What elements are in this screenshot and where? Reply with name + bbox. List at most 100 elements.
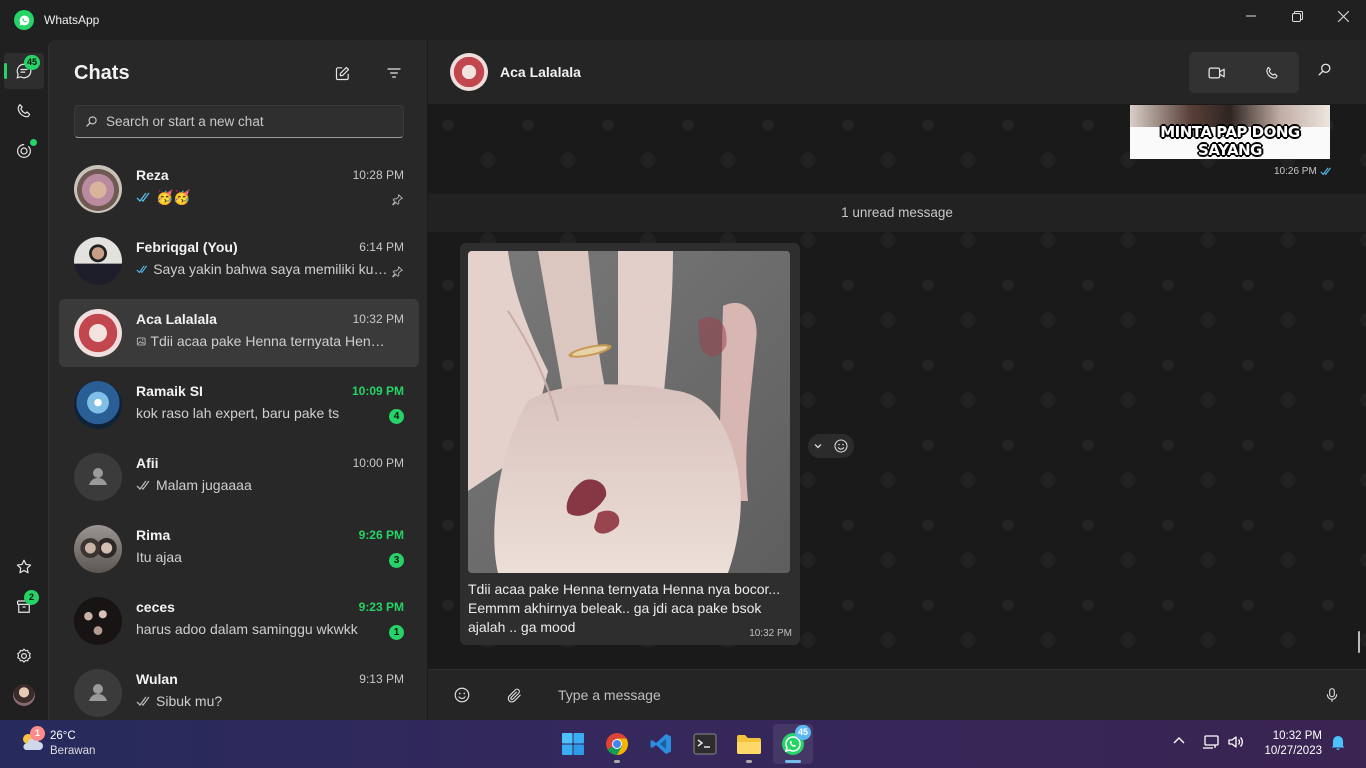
chat-time: 9:13 PM (359, 672, 404, 686)
sidebar-title: Chats (74, 62, 130, 84)
message-input[interactable] (558, 683, 1298, 707)
app-title: WhatsApp (44, 13, 100, 27)
chat-item-wulan[interactable]: Wulan 9:13 PM Sibuk mu? (59, 659, 419, 720)
chat-time: 10:09 PM (351, 384, 404, 398)
avatar (74, 525, 122, 573)
sticker-timestamp: 10:26 PM (1274, 166, 1333, 177)
rail-calls-button[interactable] (4, 93, 44, 129)
rail-settings-button[interactable] (4, 638, 44, 674)
chat-time: 9:23 PM (358, 600, 404, 614)
avatar (74, 237, 122, 285)
whatsapp-logo-icon (14, 10, 34, 30)
terminal-icon (693, 733, 717, 755)
taskbar-vscode[interactable] (641, 724, 681, 764)
chevron-up-icon (1173, 737, 1185, 744)
voice-call-button[interactable] (1244, 52, 1299, 93)
rail-starred-button[interactable] (4, 549, 44, 585)
taskbar: 1 26°C Berawan 45 10:32 PM 10/27/2023 (0, 720, 1366, 768)
rail-archived-button[interactable]: 2 (4, 589, 44, 625)
video-call-button[interactable] (1189, 52, 1244, 93)
message-photo[interactable] (468, 251, 790, 573)
message-actions[interactable] (808, 434, 854, 458)
chat-preview: harus adoo dalam saminggu wkwkk (136, 621, 391, 637)
rail-chats-button[interactable]: 45 (4, 53, 44, 89)
search-icon (86, 116, 97, 127)
new-chat-button[interactable] (331, 62, 353, 84)
chat-header[interactable]: Aca Lalalala (428, 40, 1366, 105)
contact-name[interactable]: Aca Lalalala (500, 64, 581, 80)
chat-item-aca-lalalala[interactable]: Aca Lalalala 10:32 PM Tdii acaa pake Hen… (59, 299, 419, 367)
rail-status-button[interactable] (4, 133, 44, 169)
taskbar-file-explorer[interactable] (729, 724, 769, 764)
chat-name: Wulan (136, 671, 178, 687)
chat-preview: Malam jugaaaa (136, 477, 391, 493)
message-composer (428, 669, 1366, 720)
emoji-button[interactable] (452, 685, 472, 705)
chat-preview: Itu ajaa (136, 549, 391, 565)
filter-button[interactable] (383, 62, 405, 84)
chat-preview-text: Itu ajaa (136, 549, 182, 565)
chat-item-ramaik-si[interactable]: Ramaik SI 10:09 PM kok raso lah expert, … (59, 371, 419, 439)
search-input[interactable] (106, 114, 396, 129)
clock-date: 10/27/2023 (1264, 745, 1322, 757)
volume-button[interactable] (1227, 734, 1245, 750)
network-button[interactable] (1202, 734, 1220, 750)
chat-item-febriqgal[interactable]: Febriqgal (You) 6:14 PM Saya yakin bahwa… (59, 227, 419, 295)
status-new-dot (30, 139, 37, 146)
attach-button[interactable] (504, 685, 524, 705)
chat-preview-text: 🥳🥳 (156, 189, 191, 205)
minimize-button[interactable] (1228, 0, 1274, 32)
close-button[interactable] (1320, 0, 1366, 32)
chat-preview: Sibuk mu? (136, 693, 391, 709)
navigation-rail: 45 2 (0, 40, 48, 720)
sticker-message[interactable]: MINTA PAP DONG SAYANG (1130, 105, 1330, 159)
speaker-icon (1228, 736, 1243, 748)
notifications-button[interactable] (1331, 734, 1345, 750)
taskbar-chrome[interactable] (597, 724, 637, 764)
chat-name: Ramaik SI (136, 383, 203, 399)
chat-time: 9:26 PM (358, 528, 404, 542)
default-avatar (74, 453, 122, 501)
conversation-pane: Aca Lalalala MINTA PAP DONG SAYANG 10:26… (428, 40, 1366, 720)
chat-preview-text: kok raso lah expert, baru pake ts (136, 405, 340, 421)
message-area[interactable]: MINTA PAP DONG SAYANG 10:26 PM 1 unread … (428, 105, 1366, 669)
scrollbar-thumb[interactable] (1358, 631, 1360, 653)
incoming-message[interactable]: Tdii acaa pake Henna ternyata Henna nya … (460, 243, 800, 645)
bell-icon (1331, 736, 1345, 750)
pin-icon (392, 266, 403, 278)
emoji-reaction-icon[interactable] (833, 438, 849, 454)
double-check-icon (136, 696, 150, 706)
sticker-text: MINTA PAP DONG SAYANG (1160, 123, 1300, 159)
contact-avatar[interactable] (450, 53, 488, 91)
chat-item-ceces[interactable]: ceces 9:23 PM harus adoo dalam saminggu … (59, 587, 419, 655)
chat-item-rima[interactable]: Rima 9:26 PM Itu ajaa 3 (59, 515, 419, 583)
image-icon (136, 337, 146, 345)
whatsapp-taskbar-badge: 45 (795, 725, 812, 740)
taskbar-terminal[interactable] (685, 724, 725, 764)
chevron-down-icon[interactable] (813, 441, 823, 451)
chat-preview-text: Malam jugaaaa (156, 477, 252, 493)
show-hidden-icons-button[interactable] (1172, 734, 1186, 748)
restore-button[interactable] (1274, 0, 1320, 32)
chat-time: 10:00 PM (352, 456, 404, 470)
taskbar-clock[interactable]: 10:32 PM 10/27/2023 (1264, 729, 1322, 759)
chat-preview: 🥳🥳 (136, 189, 391, 206)
chat-list: Reza 10:28 PM 🥳🥳 Febriqgal (You) 6:14 PM… (59, 155, 419, 720)
phone-icon (17, 104, 31, 118)
filter-icon (387, 68, 401, 78)
start-button[interactable] (553, 724, 593, 764)
chat-search-button[interactable] (1317, 62, 1332, 82)
unread-count-badge: 3 (389, 553, 404, 568)
double-check-read-icon (136, 192, 150, 202)
voice-message-button[interactable] (1322, 685, 1342, 705)
taskbar-whatsapp[interactable]: 45 (773, 724, 813, 764)
rail-profile-button[interactable] (4, 677, 44, 713)
weather-widget[interactable]: 1 26°C Berawan (18, 726, 95, 761)
chat-item-afii[interactable]: Afii 10:00 PM Malam jugaaaa (59, 443, 419, 511)
avatar (74, 165, 122, 213)
weather-alert-badge: 1 (30, 726, 45, 741)
chat-item-reza[interactable]: Reza 10:28 PM 🥳🥳 (59, 155, 419, 223)
unread-divider: 1 unread message (428, 194, 1366, 232)
avatar (74, 597, 122, 645)
search-box[interactable] (74, 105, 404, 138)
